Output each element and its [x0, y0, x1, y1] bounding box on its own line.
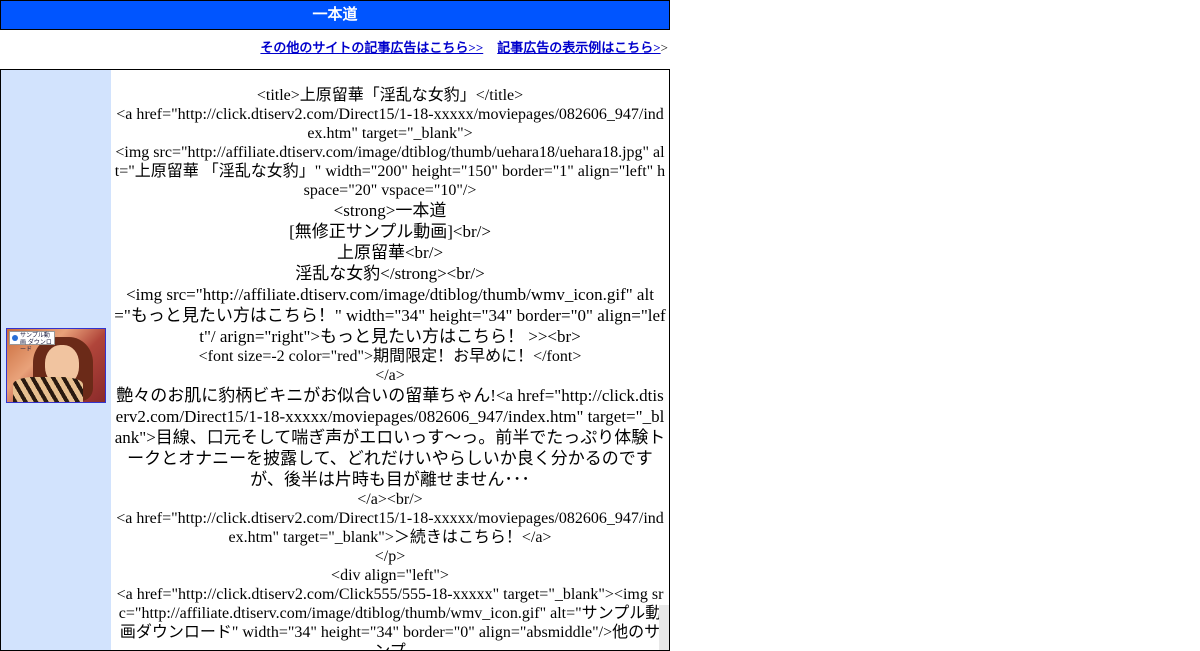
thumbnail-bikini: [13, 377, 83, 402]
code-line: [無修正サンプル動画]<br/>: [289, 222, 491, 241]
code-line: <font size=-2 color="red">期間限定！お早めに！</fo…: [198, 348, 582, 365]
code-line: <div align="left">: [331, 567, 449, 584]
code-line: <strong>一本道: [333, 201, 447, 220]
code-line: </p>: [374, 548, 406, 565]
code-line: <title>上原留華「淫乱な女豹」</title>: [256, 87, 524, 104]
code-line: </a>: [375, 367, 405, 384]
thumbnail-column: サンプル動画 ダウンロード: [1, 70, 111, 650]
page-title-bar: 一本道: [0, 0, 670, 30]
other-sites-ads-link[interactable]: その他のサイトの記事広告はこちら>>: [260, 40, 483, 55]
ad-links-row: その他のサイトの記事広告はこちら>> 記事広告の表示例はこちら>>: [0, 36, 668, 60]
sample-download-badge: サンプル動画 ダウンロード: [9, 331, 55, 353]
code-line: <img src="http://affiliate.dtiserv.com/i…: [114, 285, 666, 346]
trailing-mark: >: [660, 40, 668, 55]
download-icon: [12, 335, 18, 341]
code-line: <a href="http://click.dtiserv2.com/Click…: [116, 586, 664, 650]
code-line: </a><br/>: [357, 491, 423, 508]
code-line: 淫乱な女豹</strong><br/>: [295, 264, 485, 283]
code-line: 艶々のお肌に豹柄ビキニがお似合いの留華ちゃん!<a href="http://c…: [114, 386, 666, 489]
article-ad-table: サンプル動画 ダウンロード <title>上原留華「淫乱な女豹」</title>…: [0, 69, 670, 651]
sample-video-thumbnail[interactable]: サンプル動画 ダウンロード: [6, 328, 106, 403]
code-line: 上原留華<br/>: [336, 243, 444, 262]
page-title: 一本道: [312, 7, 358, 23]
code-line: <a href="http://click.dtiserv2.com/Direc…: [116, 106, 664, 142]
html-source-column: <title>上原留華「淫乱な女豹」</title> <a href="http…: [111, 70, 669, 650]
code-line: <a href="http://click.dtiserv2.com/Direc…: [116, 510, 664, 546]
ad-examples-link[interactable]: 記事広告の表示例はこちら>: [497, 40, 660, 55]
code-line: <img src="http://affiliate.dtiserv.com/i…: [114, 144, 666, 199]
horizontal-scroll-stub[interactable]: [659, 605, 669, 650]
